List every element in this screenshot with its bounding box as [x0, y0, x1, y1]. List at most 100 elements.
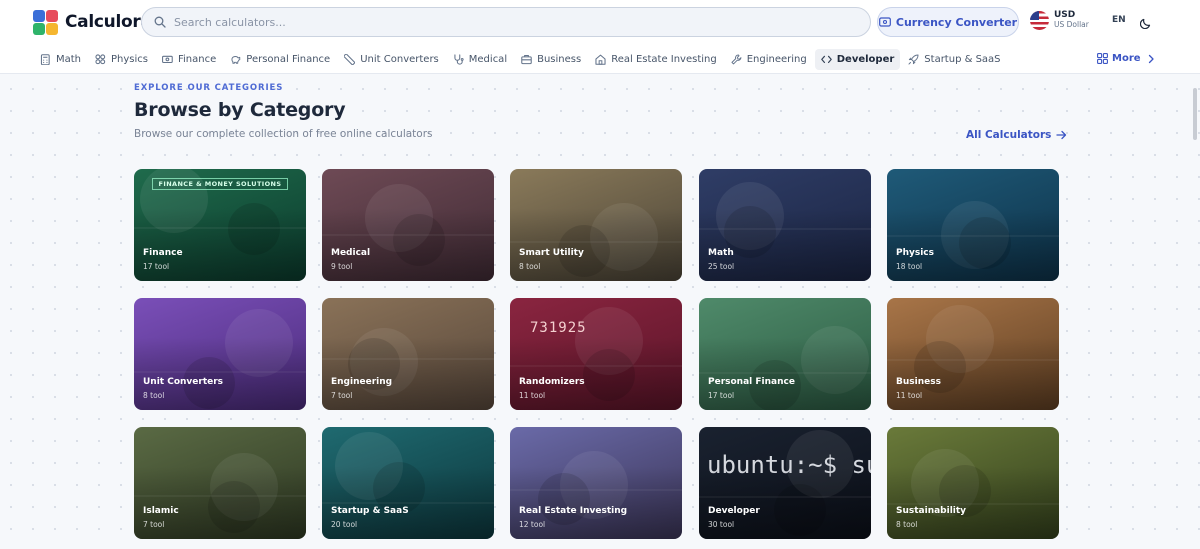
calculator-icon	[40, 54, 50, 65]
category-card-physics[interactable]: Physics 18 tool	[887, 169, 1059, 281]
nav-item-label: Medical	[468, 54, 508, 65]
logo-text: Calculora	[65, 12, 152, 32]
top-header: Calculora Currency Converter USD US Doll…	[0, 0, 1200, 44]
section-eyebrow: EXPLORE OUR CATEGORIES	[134, 83, 284, 93]
nav-items: Math Physics Finance Personal Finance Unit C…	[34, 49, 1009, 70]
theme-toggle[interactable]	[1139, 14, 1152, 33]
nav-item-label: Physics	[111, 54, 148, 65]
category-tool-count: 17 tool	[708, 391, 735, 400]
category-card-finance[interactable]: FINANCE & MONEY SOLUTIONSFinance17 tool	[134, 169, 306, 281]
chevron-right-icon	[1148, 54, 1154, 63]
nav-item-label: Startup & SaaS	[924, 54, 1001, 65]
category-name: Medical	[331, 248, 371, 258]
category-name: Developer	[708, 506, 760, 516]
category-name: Randomizers	[519, 377, 585, 387]
briefcase-icon	[521, 55, 532, 65]
category-card-medical[interactable]: Medical 9 tool	[322, 169, 494, 281]
section-subtitle: Browse our complete collection of free o…	[134, 128, 433, 140]
category-name: Real Estate Investing	[519, 506, 628, 516]
all-calculators-link[interactable]: All Calculators	[966, 129, 1067, 141]
search-bar[interactable]	[141, 7, 871, 37]
category-tool-count: 11 tool	[896, 391, 923, 400]
category-name: Physics	[896, 248, 935, 258]
category-card-startup-saas[interactable]: Startup & SaaS 20 tool	[322, 427, 494, 539]
category-tool-count: 25 tool	[708, 262, 735, 271]
category-card-real-estate-investing[interactable]: Real Estate Investing 12 tool	[510, 427, 682, 539]
language-selector[interactable]: EN	[1112, 15, 1126, 25]
nav-more-button[interactable]: More	[1097, 53, 1156, 64]
moon-icon	[1139, 18, 1151, 30]
logo[interactable]: Calculora	[33, 9, 152, 35]
category-nav: Math Physics Finance Personal Finance Unit C…	[0, 44, 1200, 74]
atom-icon	[95, 54, 106, 65]
nav-item-physics[interactable]: Physics	[89, 49, 154, 70]
category-name: Business	[896, 377, 941, 387]
category-card-islamic[interactable]: Islamic 7 tool	[134, 427, 306, 539]
nav-item-startup-saas[interactable]: Startup & SaaS	[902, 49, 1006, 70]
currency-name: US Dollar	[1054, 20, 1089, 29]
banknote-icon	[162, 55, 173, 64]
rocket-icon	[908, 54, 919, 65]
logo-icon	[33, 9, 61, 35]
currency-selector[interactable]: USD US Dollar	[1030, 10, 1089, 30]
nav-item-unit-converters[interactable]: Unit Converters	[338, 49, 445, 70]
currency-converter-label: Currency Converter	[895, 15, 1018, 29]
nav-item-personal-finance[interactable]: Personal Finance	[224, 49, 336, 70]
category-card-unit-converters[interactable]: Unit Converters 8 tool	[134, 298, 306, 410]
category-name: Sustainability	[896, 506, 967, 516]
currency-code: USD	[1054, 10, 1076, 20]
code-icon	[820, 55, 832, 64]
nav-item-label: Personal Finance	[246, 54, 331, 65]
category-name: Islamic	[143, 506, 179, 516]
category-tool-count: 17 tool	[143, 262, 170, 271]
nav-more-label: More	[1112, 53, 1141, 64]
category-tool-count: 7 tool	[331, 391, 353, 400]
scrollbar-thumb[interactable]	[1193, 88, 1197, 140]
category-tool-count: 8 tool	[519, 262, 541, 271]
category-card-developer[interactable]: ubuntu:~$ sudoDeveloper30 tool	[699, 427, 871, 539]
category-name: Finance	[143, 248, 183, 258]
category-card-randomizers[interactable]: 731925Randomizers11 tool	[510, 298, 682, 410]
category-tool-count: 11 tool	[519, 391, 546, 400]
wrench-icon	[731, 54, 742, 65]
category-card-smart-utility[interactable]: Smart Utility 8 tool	[510, 169, 682, 281]
category-card-business[interactable]: Business 11 tool	[887, 298, 1059, 410]
nav-item-finance[interactable]: Finance	[156, 49, 222, 70]
nav-item-math[interactable]: Math	[34, 49, 87, 70]
nav-item-medical[interactable]: Medical	[447, 49, 513, 70]
nav-item-engineering[interactable]: Engineering	[725, 49, 813, 70]
category-name: Startup & SaaS	[331, 506, 409, 516]
piggy-bank-icon	[231, 56, 241, 64]
category-tool-count: 18 tool	[896, 262, 923, 271]
nav-item-label: Engineering	[746, 54, 807, 65]
search-input[interactable]	[174, 15, 870, 29]
nav-item-business[interactable]: Business	[515, 49, 587, 70]
category-tool-count: 7 tool	[143, 520, 165, 529]
house-icon	[595, 54, 606, 65]
ruler-icon	[344, 54, 356, 65]
category-card-engineering[interactable]: Engineering 7 tool	[322, 298, 494, 410]
grid-icon	[1097, 53, 1108, 64]
category-tool-count: 8 tool	[896, 520, 918, 529]
main-content: EXPLORE OUR CATEGORIES Browse by Categor…	[0, 0, 1200, 549]
category-card-personal-finance[interactable]: Personal Finance 17 tool	[699, 298, 871, 410]
nav-item-label: Finance	[178, 54, 217, 65]
category-tool-count: 12 tool	[519, 520, 546, 529]
category-tool-count: 9 tool	[331, 262, 353, 271]
scrollbar[interactable]	[1190, 78, 1200, 549]
category-tool-count: 20 tool	[331, 520, 358, 529]
nav-item-real-estate-investing[interactable]: Real Estate Investing	[589, 49, 723, 70]
category-name: Personal Finance	[708, 377, 795, 387]
category-tool-count: 30 tool	[708, 520, 735, 529]
search-icon	[154, 16, 166, 28]
banknote-icon	[878, 17, 891, 27]
currency-converter-button[interactable]: Currency Converter	[877, 7, 1019, 37]
all-calculators-label: All Calculators	[966, 129, 1052, 141]
nav-item-label: Real Estate Investing	[611, 54, 717, 65]
category-card-math[interactable]: Math 25 tool	[699, 169, 871, 281]
category-tool-count: 8 tool	[143, 391, 165, 400]
stethoscope-icon	[454, 54, 464, 65]
nav-item-developer[interactable]: Developer	[814, 49, 901, 70]
category-card-sustainability[interactable]: Sustainability 8 tool	[887, 427, 1059, 539]
arrow-right-icon	[1056, 130, 1067, 140]
